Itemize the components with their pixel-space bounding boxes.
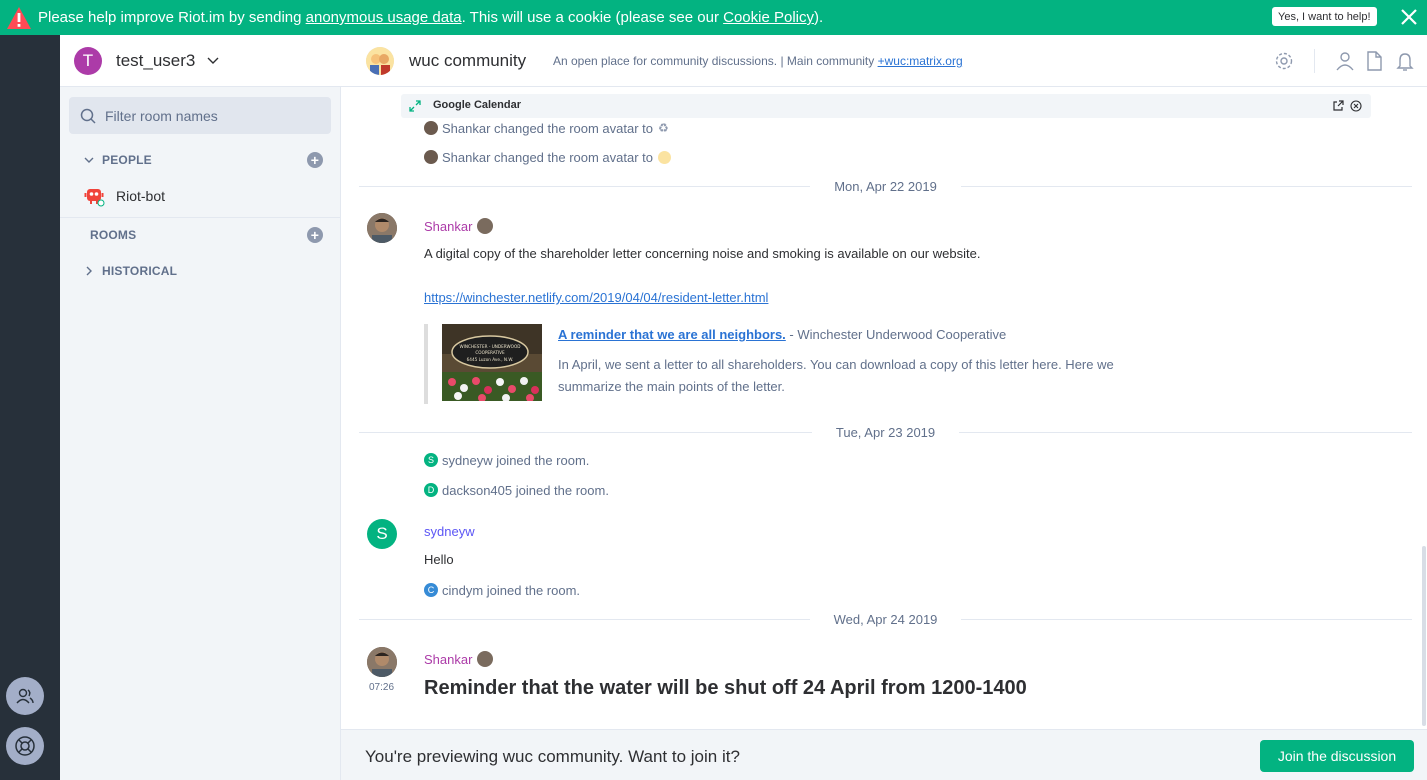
community-flair-icon (477, 651, 494, 667)
sender-name[interactable]: Shankar (424, 651, 494, 667)
avatar[interactable] (424, 150, 438, 164)
avatar[interactable] (367, 647, 397, 677)
banner-message: Please help improve Riot.im by sending a… (38, 9, 824, 26)
cookie-policy-link[interactable]: Cookie Policy (723, 9, 814, 26)
state-event: Shankar changed the room avatar to ♻ (424, 119, 669, 137)
section-label: PEOPLE (102, 153, 152, 167)
filter-rooms-input[interactable] (105, 107, 305, 124)
message-timestamp: 07:26 (369, 682, 395, 693)
tag-panel (0, 35, 60, 780)
chevron-right-icon[interactable] (84, 266, 94, 276)
avatar[interactable]: C (424, 583, 438, 597)
room-avatar-thumb (658, 150, 672, 164)
files-icon[interactable] (1363, 50, 1385, 72)
preview-title: A reminder that we are all neighbors. - … (558, 327, 1007, 342)
people-section-header[interactable]: PEOPLE + (60, 150, 341, 170)
expand-icon[interactable] (409, 100, 421, 112)
robot-avatar-icon (84, 189, 105, 207)
usage-data-link[interactable]: anonymous usage data (306, 9, 462, 26)
preview-title-link[interactable]: A reminder that we are all neighbors. (558, 327, 786, 342)
filter-box (69, 97, 331, 134)
people-icon[interactable] (6, 677, 44, 715)
preview-message: You're previewing wuc community. Want to… (365, 747, 740, 766)
avatar[interactable]: S (424, 453, 438, 467)
add-person-button[interactable]: + (307, 152, 323, 168)
room-header: wuc community An open place for communit… (341, 35, 1427, 87)
gear-icon[interactable] (1273, 50, 1295, 72)
search-icon (80, 108, 96, 124)
divider (1314, 49, 1315, 73)
message-body: Reminder that the water will be shut off… (424, 677, 1027, 699)
avatar[interactable]: S (367, 519, 397, 549)
state-event: Ddackson405 joined the room. (424, 481, 609, 499)
url-preview: WINCHESTER - UNDERWOOD COOPERATIVE 6445 … (424, 324, 1184, 404)
preview-description: In April, we sent a letter to all shareh… (558, 357, 1114, 394)
recycle-icon: ♻ (658, 121, 669, 135)
user-menu[interactable]: T test_user3 (60, 35, 341, 87)
historical-section-header[interactable]: HISTORICAL (60, 261, 341, 281)
room-preview-bar: You're previewing wuc community. Want to… (341, 729, 1427, 780)
svg-text:COOPERATIVE: COOPERATIVE (475, 350, 505, 355)
join-room-button[interactable]: Join the discussion (1260, 740, 1414, 772)
preview-image[interactable]: WINCHESTER - UNDERWOOD COOPERATIVE 6445 … (442, 324, 542, 401)
sender-name[interactable]: Shankar (424, 218, 494, 234)
community-link[interactable]: +wuc:matrix.org (878, 54, 963, 68)
community-flair-icon (477, 218, 494, 234)
warning-icon (7, 6, 31, 29)
username[interactable]: test_user3 (116, 51, 195, 71)
message-body: Hello (424, 552, 454, 567)
message-body: A digital copy of the shareholder letter… (424, 246, 981, 261)
sender-name[interactable]: sydneyw (424, 524, 475, 539)
chevron-down-icon[interactable] (84, 155, 94, 165)
divider (60, 217, 341, 218)
state-event: Shankar changed the room avatar to (424, 148, 672, 166)
help-lifebuoy-icon[interactable] (6, 727, 44, 765)
avatar[interactable] (367, 213, 397, 243)
chevron-down-icon[interactable] (207, 57, 219, 65)
member-list-icon[interactable] (1334, 50, 1356, 72)
avatar[interactable] (424, 121, 438, 135)
svg-text:WINCHESTER - UNDERWOOD: WINCHESTER - UNDERWOOD (460, 344, 521, 349)
analytics-banner: Please help improve Riot.im by sending a… (0, 0, 1427, 35)
room-name[interactable]: wuc community (409, 51, 526, 71)
close-icon[interactable] (1350, 100, 1362, 112)
scrollbar[interactable] (1422, 546, 1426, 726)
widget-bar: Google Calendar (401, 94, 1371, 118)
sidebar-item-label: Riot-bot (116, 188, 166, 204)
close-icon[interactable] (1400, 8, 1418, 26)
room-avatar[interactable] (366, 47, 394, 75)
bell-icon[interactable] (1394, 50, 1416, 72)
sidebar-item-riot-bot[interactable]: Riot-bot (60, 183, 341, 209)
rooms-section-header[interactable]: ROOMS + (60, 225, 341, 245)
message-timeline: Google Calendar Shankar changed the room… (341, 88, 1427, 729)
room-topic: An open place for community discussions.… (553, 54, 963, 68)
room-list-panel: T test_user3 PEOPLE + Riot-bot ROOMS + H… (60, 35, 341, 780)
message-link[interactable]: https://winchester.netlify.com/2019/04/0… (424, 290, 768, 305)
date-separator: Mon, Apr 22 2019 (359, 177, 1413, 195)
add-room-button[interactable]: + (307, 227, 323, 243)
date-separator: Tue, Apr 23 2019 (359, 423, 1413, 441)
section-label: ROOMS (90, 228, 137, 242)
svg-text:6445 Luzon Ave., N.W.: 6445 Luzon Ave., N.W. (467, 357, 514, 362)
popout-icon[interactable] (1332, 100, 1344, 112)
widget-title: Google Calendar (433, 99, 522, 111)
accept-analytics-button[interactable]: Yes, I want to help! (1272, 7, 1377, 26)
section-label: HISTORICAL (102, 264, 178, 278)
state-event: Ccindym joined the room. (424, 581, 580, 599)
date-separator: Wed, Apr 24 2019 (359, 610, 1412, 628)
avatar[interactable]: D (424, 483, 438, 497)
state-event: Ssydneyw joined the room. (424, 451, 589, 469)
avatar[interactable]: T (74, 46, 102, 75)
